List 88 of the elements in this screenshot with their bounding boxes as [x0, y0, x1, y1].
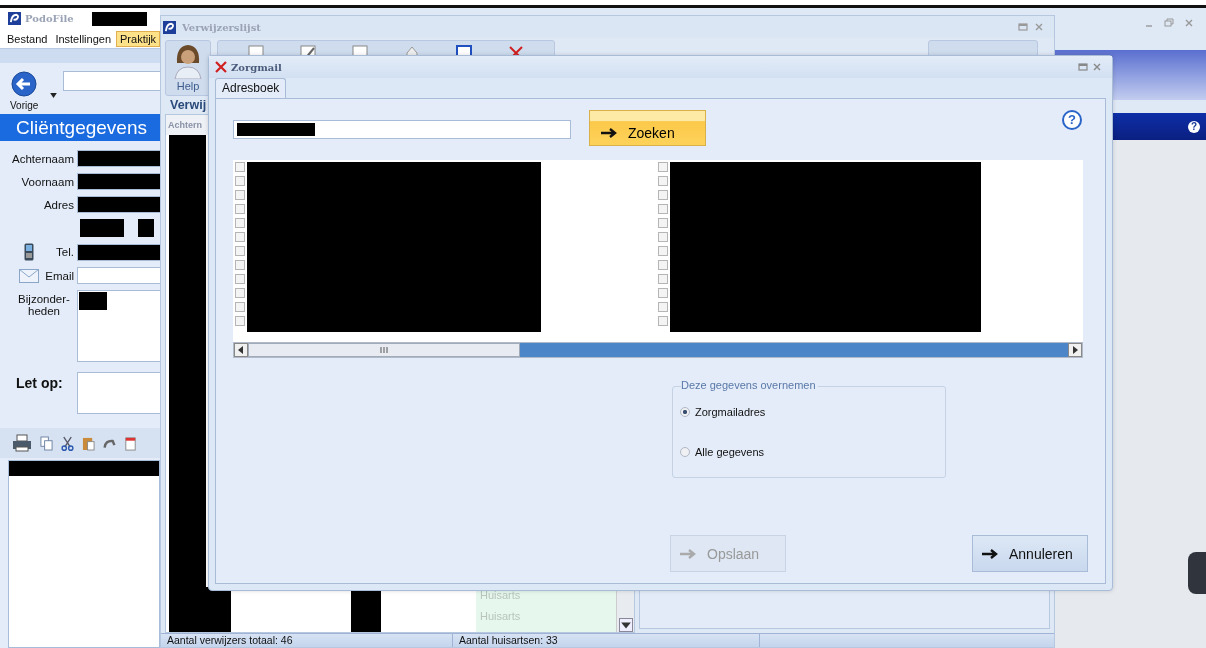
group-title: Verwij: [169, 98, 208, 112]
scissors-icon[interactable]: [61, 435, 74, 451]
app-logo-icon: [8, 12, 21, 25]
arrow-icon: [981, 547, 999, 560]
window-title: Verwijzerslijst: [182, 21, 261, 33]
horizontal-scrollbar[interactable]: [233, 342, 1083, 358]
caret-icon[interactable]: [50, 93, 58, 98]
field-label: Achternaam: [12, 152, 74, 165]
checkbox[interactable]: [658, 204, 668, 214]
side-tab-icon[interactable]: [1188, 552, 1206, 594]
email-field[interactable]: [77, 267, 160, 284]
help-icon[interactable]: ?: [1188, 120, 1200, 133]
status-text: Aantal verwijzers totaal: 46: [161, 634, 453, 647]
maximize-icon[interactable]: [1078, 62, 1088, 72]
group-title: Deze gegevens overnemen: [681, 379, 818, 391]
redacted-block: [91, 11, 147, 26]
back-label[interactable]: Vorige: [10, 100, 39, 111]
search-field[interactable]: [233, 120, 571, 139]
field-label: Voornaam: [21, 175, 74, 188]
checkbox[interactable]: [235, 232, 245, 242]
search-button[interactable]: Zoeken: [589, 110, 706, 146]
checkbox[interactable]: [235, 316, 245, 326]
close-icon[interactable]: [1092, 62, 1102, 72]
checkbox[interactable]: [658, 218, 668, 228]
notes-field[interactable]: [77, 290, 160, 362]
checkbox[interactable]: [235, 302, 245, 312]
checkbox[interactable]: [658, 274, 668, 284]
calendar-icon[interactable]: [124, 435, 137, 451]
scroll-thumb[interactable]: [248, 343, 520, 357]
close-icon[interactable]: [1184, 18, 1194, 28]
checkbox[interactable]: [658, 232, 668, 242]
note-field[interactable]: [77, 372, 160, 414]
copy-icon[interactable]: [40, 435, 53, 451]
radio-option[interactable]: Alle gegevens: [680, 446, 945, 458]
checkbox[interactable]: [658, 190, 668, 200]
checkbox[interactable]: [658, 162, 668, 172]
checkbox[interactable]: [235, 162, 245, 172]
dialog-title: Zorgmail: [231, 61, 282, 73]
dialog-button[interactable]: Annuleren: [972, 535, 1088, 572]
restore-icon[interactable]: [1164, 18, 1174, 28]
menu-item[interactable]: Instellingen: [52, 31, 115, 46]
arrow-icon: [679, 547, 697, 560]
checkbox[interactable]: [658, 260, 668, 270]
printer-icon[interactable]: [12, 434, 32, 452]
scroll-left-icon[interactable]: [234, 343, 248, 357]
mobile-phone-icon: [24, 243, 35, 261]
checkbox[interactable]: [658, 246, 668, 256]
help-icon[interactable]: ?: [1062, 110, 1082, 130]
scroll-right-icon[interactable]: [1068, 343, 1082, 357]
menu-item[interactable]: Bestand: [4, 31, 51, 46]
field-label: Adres: [43, 198, 74, 211]
menu-item[interactable]: Praktijk: [116, 30, 161, 47]
redacted-block: [79, 292, 107, 310]
app-title: PodoFile: [25, 13, 74, 24]
scroll-down-icon[interactable]: [618, 618, 633, 632]
field-label: Bijzonder-heden: [17, 292, 71, 317]
checkbox[interactable]: [658, 316, 668, 326]
grip-icon: [380, 347, 388, 353]
checkbox[interactable]: [235, 274, 245, 284]
checkbox[interactable]: [658, 302, 668, 312]
navigation-field[interactable]: [63, 71, 160, 91]
radio-option[interactable]: Zorgmailadres: [680, 406, 945, 418]
person-silhouette-icon: [173, 43, 203, 79]
checkbox[interactable]: [235, 246, 245, 256]
field-label: Email: [45, 269, 74, 282]
checkbox[interactable]: [235, 260, 245, 270]
redacted-block: [138, 219, 154, 237]
app-logo-icon: [163, 20, 176, 34]
clipboard-icon[interactable]: [82, 435, 95, 451]
checkbox[interactable]: [235, 204, 245, 214]
checkbox[interactable]: [235, 288, 245, 298]
status-text: Aantal huisartsen: 33: [453, 634, 760, 647]
checkbox[interactable]: [235, 190, 245, 200]
arrow-icon: [600, 127, 618, 139]
section-title: Cliëntgegevens: [0, 114, 160, 141]
cross-icon: [215, 61, 227, 73]
note-label: Let op:: [16, 375, 63, 391]
checkbox[interactable]: [658, 176, 668, 186]
redacted-block: [80, 219, 124, 237]
tab[interactable]: Adresboek: [215, 78, 287, 98]
help-button[interactable]: Help: [165, 40, 211, 96]
maximize-icon[interactable]: [1018, 22, 1028, 32]
checkbox[interactable]: [235, 176, 245, 186]
checkbox[interactable]: [235, 218, 245, 228]
envelope-icon: [19, 268, 40, 283]
field-label: Tel.: [56, 246, 74, 258]
close-icon[interactable]: [1034, 22, 1044, 32]
checkbox[interactable]: [658, 288, 668, 298]
